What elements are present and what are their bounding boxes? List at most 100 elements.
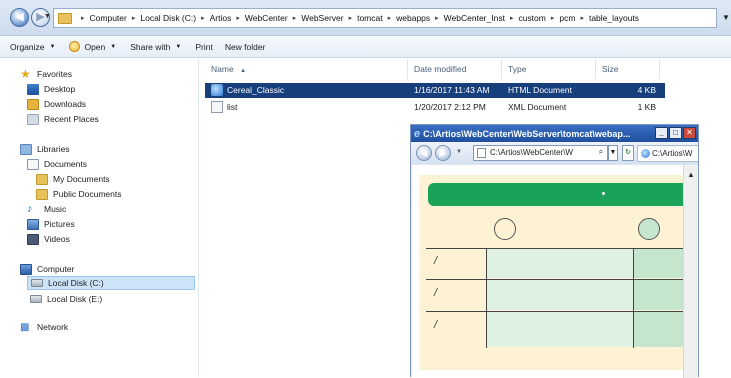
share-with-button[interactable]: Share with ▼: [130, 42, 181, 52]
breadcrumb-separator-icon[interactable]: ▸: [580, 14, 584, 22]
minimize-button[interactable]: _: [655, 127, 668, 139]
nav-computer[interactable]: Computer: [20, 262, 74, 276]
nav-local-disk-e[interactable]: Local Disk (E:): [30, 292, 102, 306]
table-rule: [633, 248, 634, 348]
back-button[interactable]: ◀: [10, 8, 29, 27]
breadcrumb-item[interactable]: tomcat: [357, 13, 383, 23]
open-icon: [69, 41, 81, 52]
nav-pictures[interactable]: Pictures: [27, 217, 75, 231]
breadcrumb-item[interactable]: WebServer: [301, 13, 343, 23]
file-size: 1 KB: [637, 102, 656, 112]
column-header-date[interactable]: Date modified: [408, 59, 502, 79]
computer-icon: [20, 263, 32, 275]
nav-network[interactable]: ▩ Network: [20, 320, 68, 334]
breadcrumb-item[interactable]: webapps: [396, 13, 430, 23]
print-button[interactable]: Print: [195, 42, 212, 52]
nav-label: Desktop: [44, 84, 76, 94]
table-cell: [487, 280, 633, 310]
drive-icon: [31, 279, 43, 287]
search-icon[interactable]: ⌕: [596, 145, 606, 161]
file-size: 4 KB: [637, 85, 656, 95]
breadcrumb-item[interactable]: Local Disk (C:): [140, 13, 196, 23]
address-dropdown-arrow[interactable]: ▼: [722, 13, 730, 22]
maximize-button[interactable]: □: [669, 127, 682, 139]
nav-recent-places[interactable]: Recent Places: [27, 112, 99, 126]
table-rule: [426, 279, 683, 280]
table-rule: [486, 248, 487, 348]
file-type: HTML Document: [508, 85, 572, 95]
nav-label: Network: [37, 322, 69, 332]
refresh-icon[interactable]: ↻: [622, 145, 634, 161]
file-row-cereal-classic[interactable]: Cereal_Classic 1/16/2017 11:43 AM HTML D…: [205, 83, 665, 98]
browser-window: e C:\Artios\WebCenter\WebServer\tomcat\w…: [410, 124, 699, 378]
desktop-icon: [27, 83, 39, 95]
breadcrumb-separator-icon[interactable]: ▸: [388, 14, 392, 22]
breadcrumb-separator-icon[interactable]: ▸: [201, 14, 205, 22]
breadcrumb-item[interactable]: Computer: [90, 13, 127, 23]
breadcrumb-item[interactable]: custom: [518, 13, 545, 23]
breadcrumb-separator-icon[interactable]: ▸: [551, 14, 555, 22]
open-button[interactable]: Open ▼: [69, 41, 116, 52]
nav-local-disk-c[interactable]: Local Disk (C:): [27, 276, 195, 290]
row-mark: /: [434, 319, 438, 331]
file-date: 1/20/2017 2:12 PM: [414, 102, 486, 112]
breadcrumb-separator-icon[interactable]: ▸: [132, 14, 136, 22]
file-row-list[interactable]: list 1/20/2017 2:12 PM XML Document 1 KB: [205, 100, 665, 115]
chevron-down-icon: ▼: [49, 43, 56, 50]
breadcrumb-separator-icon[interactable]: ▸: [349, 14, 353, 22]
documents-icon: [27, 158, 39, 170]
downloads-icon: [27, 98, 39, 110]
nav-favorites[interactable]: ★ Favorites: [20, 67, 72, 81]
close-button[interactable]: ✕: [683, 127, 696, 139]
nav-public-documents[interactable]: Public Documents: [36, 187, 122, 201]
browser-address-bar[interactable]: C:\Artios\WebCenter\W: [473, 145, 608, 161]
breadcrumb-item[interactable]: WebCenter_Inst: [444, 13, 505, 23]
address-bar[interactable]: ▸ Computer ▸ Local Disk (C:) ▸ Artios ▸ WebCent…: [53, 8, 717, 28]
nav-my-documents[interactable]: My Documents: [36, 172, 110, 186]
nav-libraries[interactable]: Libraries: [20, 142, 70, 156]
column-header-type[interactable]: Type: [502, 59, 596, 79]
column-label: Size: [602, 64, 619, 74]
browser-back-button[interactable]: ◀: [416, 145, 432, 161]
table-rule: [426, 311, 683, 312]
vertical-scrollbar[interactable]: ▲: [683, 165, 698, 378]
breadcrumb-separator-icon[interactable]: ▸: [435, 14, 439, 22]
nav-music[interactable]: ♪ Music: [27, 202, 66, 216]
column-header-name[interactable]: Name ▲: [205, 59, 408, 79]
print-label: Print: [195, 41, 213, 52]
column-label: Date modified: [414, 64, 467, 74]
xml-file-icon: [211, 101, 223, 113]
page-icon: [477, 148, 486, 158]
nav-videos[interactable]: Videos: [27, 232, 70, 246]
ie-logo-icon: e: [414, 127, 421, 140]
nav-label: Local Disk (E:): [47, 294, 103, 304]
nav-downloads[interactable]: Downloads: [27, 97, 86, 111]
nav-documents[interactable]: Documents: [27, 157, 87, 171]
green-header-bar: [428, 183, 683, 206]
file-type: XML Document: [508, 102, 567, 112]
nav-label: Music: [44, 204, 67, 214]
new-folder-button[interactable]: New folder: [225, 42, 266, 52]
recent-places-icon: [27, 113, 39, 125]
breadcrumb-item[interactable]: table_layouts: [589, 13, 639, 23]
browser-tab[interactable]: C:\Artios\W: [637, 145, 698, 162]
breadcrumb-item[interactable]: Artios: [210, 13, 232, 23]
column-header-size[interactable]: Size: [596, 59, 660, 79]
address-dropdown-button[interactable]: ▼: [608, 145, 618, 161]
chevron-down-icon[interactable]: ▼: [456, 149, 462, 155]
breadcrumb-separator-icon[interactable]: ▸: [510, 14, 514, 22]
scroll-up-icon[interactable]: ▲: [685, 169, 697, 181]
breadcrumb-separator-icon[interactable]: ▸: [293, 14, 297, 22]
organize-button[interactable]: Organize ▼: [10, 42, 55, 52]
nav-label: Documents: [44, 159, 87, 169]
breadcrumb-separator-icon[interactable]: ▸: [236, 14, 240, 22]
table-cell: [487, 312, 633, 347]
recent-pages-dropdown[interactable]: ▼: [44, 13, 51, 20]
nav-desktop[interactable]: Desktop: [27, 82, 75, 96]
breadcrumb-item[interactable]: pcm: [559, 13, 575, 23]
chevron-down-icon: ▼: [110, 43, 117, 50]
table-cell: [634, 280, 683, 310]
browser-forward-button[interactable]: ▶: [435, 145, 451, 161]
breadcrumb-separator-icon[interactable]: ▸: [81, 14, 85, 22]
breadcrumb-item[interactable]: WebCenter: [245, 13, 288, 23]
